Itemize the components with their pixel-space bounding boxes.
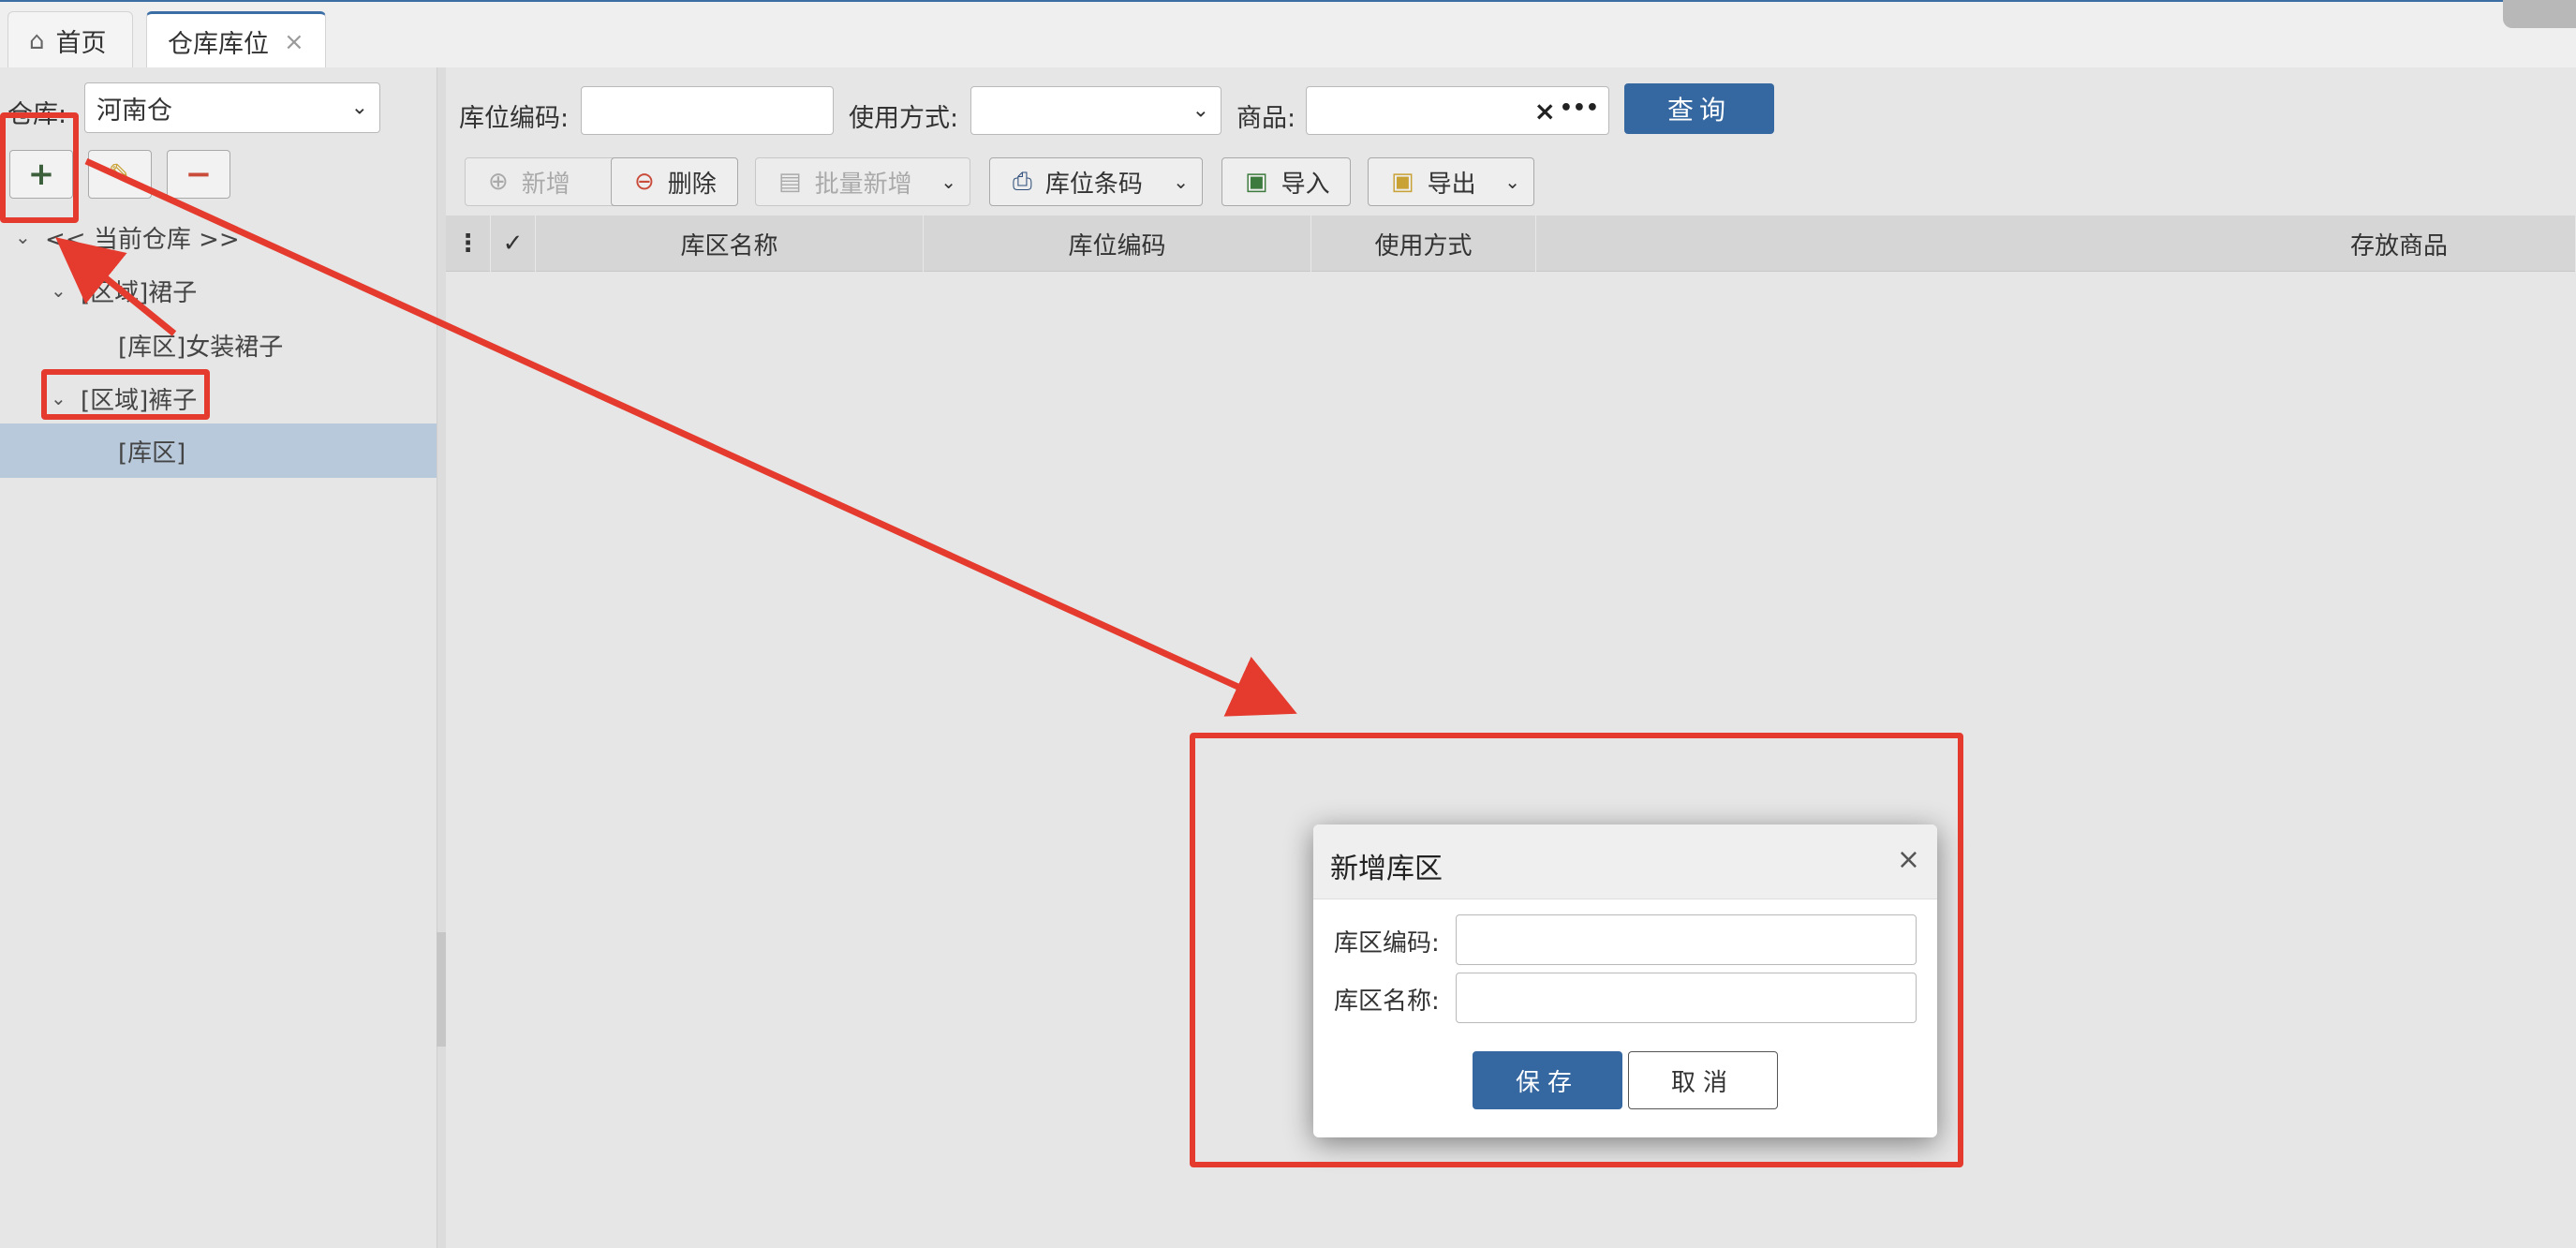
warehouse-select-value: 河南仓 [96, 96, 172, 126]
excel-icon: ▣ [1245, 168, 1268, 196]
import-button-label: 导入 [1281, 170, 1330, 199]
location-barcode-button-label: 库位条码 [1044, 170, 1143, 199]
edit-node-button[interactable]: ✎ [88, 150, 152, 199]
chevron-down-icon[interactable]: ⌄ [15, 226, 31, 248]
import-button[interactable]: ▣ 导入 [1221, 157, 1351, 206]
minus-icon: − [185, 156, 213, 193]
export-button[interactable]: ▣ 导出 ⌄ [1368, 157, 1534, 206]
location-code-label: 库位编码: [459, 104, 570, 133]
add-circle-icon: ⊕ [488, 168, 509, 196]
annotation-box-dialog [1190, 733, 1963, 1167]
close-icon[interactable]: × [284, 28, 304, 56]
add-button-label: 新增 [521, 170, 570, 199]
chevron-down-icon: ⌄ [1192, 98, 1209, 123]
column-header-location-code[interactable]: 库位编码 [924, 215, 1311, 272]
usage-label: 使用方式: [849, 104, 959, 133]
usage-select[interactable]: ⌄ [970, 86, 1221, 135]
tree-node-label: [库区]女装裙子 [118, 333, 284, 362]
location-barcode-button[interactable]: ⎙ 库位条码 ⌄ [989, 157, 1203, 206]
more-icon[interactable]: ••• [1560, 97, 1599, 120]
tab-home[interactable]: ⌂ 首页 [7, 11, 133, 69]
goods-label: 商品: [1236, 104, 1296, 133]
tree-node-zone-empty[interactable]: [库区] [0, 423, 437, 478]
batch-add-button[interactable]: ▤ 批量新增 ⌄ [755, 157, 970, 206]
clear-icon[interactable]: × [1534, 96, 1556, 126]
minus-circle-icon: ⊖ [634, 168, 655, 196]
delete-button[interactable]: ⊖ 删除 [611, 157, 738, 206]
annotation-box-add-button [0, 112, 79, 223]
home-icon: ⌂ [29, 26, 45, 55]
pencil-icon: ✎ [108, 157, 132, 191]
location-code-input[interactable] [581, 86, 834, 135]
chevron-down-icon: ⌄ [350, 96, 368, 120]
chevron-down-icon: ⌄ [1173, 171, 1189, 193]
document-icon: ▤ [778, 168, 802, 196]
window-control[interactable] [2503, 0, 2576, 28]
batch-add-button-label: 批量新增 [814, 170, 912, 199]
column-header-usage[interactable]: 使用方式 [1311, 215, 1536, 272]
goods-input[interactable]: × ••• [1306, 86, 1609, 135]
tab-label: 仓库库位 [168, 30, 269, 59]
export-button-label: 导出 [1427, 170, 1476, 199]
tab-label: 首页 [55, 29, 107, 58]
tree-node-zone-womens-skirt[interactable]: [库区]女装裙子 [0, 318, 437, 372]
panel-splitter[interactable] [437, 67, 446, 1248]
select-all-checkbox[interactable]: ✓ [491, 215, 536, 272]
query-button[interactable]: 查询 [1624, 83, 1774, 134]
grid-header: ⋮ ✓ 库区名称 库位编码 使用方式 存放商品 [446, 215, 2576, 272]
excel-icon: ▣ [1391, 168, 1414, 196]
annotation-box-pants-node [41, 369, 210, 420]
tab-warehouse-location[interactable]: 仓库库位 × [146, 11, 326, 69]
delete-button-label: 删除 [667, 170, 717, 199]
splitter-handle[interactable] [437, 932, 446, 1047]
chevron-down-icon: ⌄ [1504, 171, 1520, 193]
tree-node-label: [库区] [118, 438, 186, 468]
tab-bar: ⌂ 首页 仓库库位 × [0, 0, 2576, 69]
column-header-zone-name[interactable]: 库区名称 [536, 215, 924, 272]
tree-node-label: << 当前仓库 >> [45, 225, 240, 254]
tree-node-label: [区域]裙子 [81, 278, 198, 307]
chevron-down-icon[interactable]: ⌄ [51, 279, 67, 302]
column-header-stored-goods[interactable]: 存放商品 [1536, 215, 2576, 272]
remove-node-button[interactable]: − [167, 150, 230, 199]
chevron-down-icon: ⌄ [940, 171, 956, 193]
warehouse-select[interactable]: 河南仓 ⌄ [84, 82, 380, 133]
tree-node-area-skirt[interactable]: ⌄ [区域]裙子 [0, 263, 437, 318]
printer-icon: ⎙ [1013, 167, 1032, 196]
column-menu-icon[interactable]: ⋮ [446, 215, 491, 272]
